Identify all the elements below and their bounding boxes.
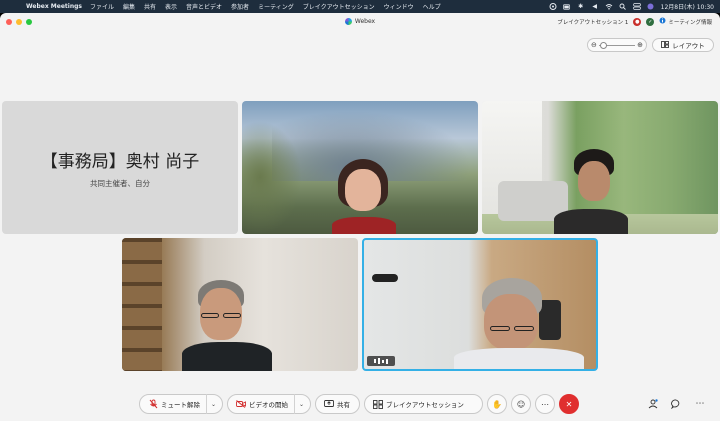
participants-icon (648, 399, 658, 409)
zoom-track[interactable] (598, 41, 636, 49)
share-screen-icon (324, 399, 334, 409)
video-options-chevron-down-icon[interactable]: ⌄ (294, 394, 308, 414)
hand-icon: ✋ (492, 399, 502, 409)
unmute-label: ミュート解除 (161, 401, 200, 409)
muted-mic-icon (148, 399, 158, 409)
recording-indicator-icon: ● (633, 17, 642, 26)
menubar-clock[interactable]: 12月8日(木) 10:30 (661, 2, 714, 11)
meeting-info-label: ミーティング情報 (668, 19, 712, 26)
emoji-icon: ☺ (516, 399, 526, 409)
video-background (122, 238, 162, 371)
breakout-icon (373, 399, 383, 409)
title-bar: Webex ブレイクアウトセッション 1 ● ✓ ミーティング情報 (0, 13, 720, 30)
video-background (242, 121, 302, 234)
window-controls (6, 18, 32, 25)
layout-button[interactable]: レイアウト (652, 38, 714, 52)
volume-icon[interactable]: ◀ (591, 3, 599, 10)
menu-view[interactable]: 表示 (165, 2, 177, 11)
zoom-window-button[interactable] (26, 18, 32, 25)
breakout-label: ブレイクアウトセッション (386, 401, 464, 409)
search-icon[interactable] (619, 3, 627, 10)
menu-help[interactable]: ヘルプ (423, 2, 441, 11)
battery-icon[interactable] (562, 3, 571, 10)
menu-audio-video[interactable]: 音声とビデオ (186, 2, 222, 11)
layout-grid-icon (661, 40, 670, 50)
zoom-thumb[interactable] (599, 41, 607, 49)
participants-panel-button[interactable] (646, 397, 660, 411)
participant-tile-self[interactable]: 【事務局】奥村 尚子 共同主催者、自分 (2, 101, 238, 234)
reactions-button[interactable]: ☺ (511, 394, 531, 414)
layout-label: レイアウト (672, 42, 705, 50)
menu-breakout[interactable]: ブレイクアウトセッション (303, 2, 375, 11)
minimize-window-button[interactable] (16, 18, 22, 25)
video-zoom-slider[interactable]: ⊖ ⊕ (587, 38, 647, 52)
audio-level-indicator (367, 356, 395, 366)
chat-icon (671, 399, 680, 409)
participant-video-tile[interactable] (242, 101, 478, 234)
menu-file[interactable]: ファイル (90, 2, 114, 11)
menu-edit[interactable]: 編集 (123, 2, 135, 11)
participant-role: 共同主催者、自分 (90, 178, 150, 188)
meeting-info-button[interactable]: ミーティング情報 (659, 17, 712, 26)
audio-options-chevron-down-icon[interactable]: ⌄ (206, 394, 220, 414)
webex-logo-icon (344, 18, 352, 25)
participant-video (332, 159, 402, 234)
raise-hand-button[interactable]: ✋ (487, 394, 507, 414)
video-background (372, 274, 398, 282)
wifi-icon[interactable] (605, 3, 613, 10)
active-speaker-video-tile[interactable] (362, 238, 598, 371)
webex-status-icon[interactable] (549, 3, 557, 10)
leave-meeting-button[interactable]: ✕ (559, 394, 579, 414)
participant-video-tile[interactable] (482, 101, 718, 234)
close-window-button[interactable] (6, 18, 12, 25)
menu-app-name[interactable]: Webex Meetings (26, 3, 82, 10)
security-shield-icon[interactable]: ✓ (646, 17, 655, 26)
breakout-session-label: ブレイクアウトセッション 1 (557, 19, 629, 26)
breakout-session-button[interactable]: ブレイクアウトセッション (364, 394, 483, 414)
start-video-button[interactable]: ビデオの開始 ⌄ (227, 394, 311, 414)
control-center-icon[interactable] (632, 3, 641, 10)
video-off-icon (236, 399, 246, 409)
ellipsis-icon: ⋯ (695, 399, 705, 409)
more-options-button[interactable]: ⋯ (535, 394, 555, 414)
menu-bar: Webex Meetings ファイル 編集 共有 表示 音声とビデオ 参加者 … (0, 0, 720, 13)
more-panels-button[interactable]: ⋯ (693, 397, 707, 411)
window-title-text: Webex (354, 18, 376, 25)
participant-video-tile[interactable] (122, 238, 358, 371)
share-button[interactable]: 共有 (315, 394, 360, 414)
close-icon: ✕ (565, 399, 573, 409)
menu-participants[interactable]: 参加者 (231, 2, 249, 11)
menu-share[interactable]: 共有 (144, 2, 156, 11)
zoom-out-icon[interactable]: ⊖ (591, 41, 597, 49)
chat-panel-button[interactable] (669, 397, 683, 411)
meeting-controls-bar: ミュート解除 ⌄ ビデオの開始 ⌄ 共有 ブレイクアウトセッション ✋ ☺ ⋯ … (0, 392, 720, 421)
participant-video (454, 278, 584, 369)
share-label: 共有 (337, 401, 350, 409)
zoom-in-icon[interactable]: ⊕ (637, 41, 643, 49)
menu-meeting[interactable]: ミーティング (258, 2, 294, 11)
bluetooth-icon[interactable]: ✱ (577, 3, 585, 10)
menu-window[interactable]: ウィンドウ (384, 2, 414, 11)
unmute-button[interactable]: ミュート解除 ⌄ (139, 394, 223, 414)
participant-video (182, 280, 272, 371)
participant-name: 【事務局】奥村 尚子 (40, 151, 200, 172)
participant-video (554, 149, 628, 234)
info-icon (659, 17, 666, 26)
more-icon: ⋯ (541, 399, 549, 409)
siri-icon[interactable] (647, 3, 655, 10)
start-video-label: ビデオの開始 (249, 401, 288, 409)
webex-window: Webex ブレイクアウトセッション 1 ● ✓ ミーティング情報 ⊖ ⊕ レイ… (0, 13, 720, 421)
